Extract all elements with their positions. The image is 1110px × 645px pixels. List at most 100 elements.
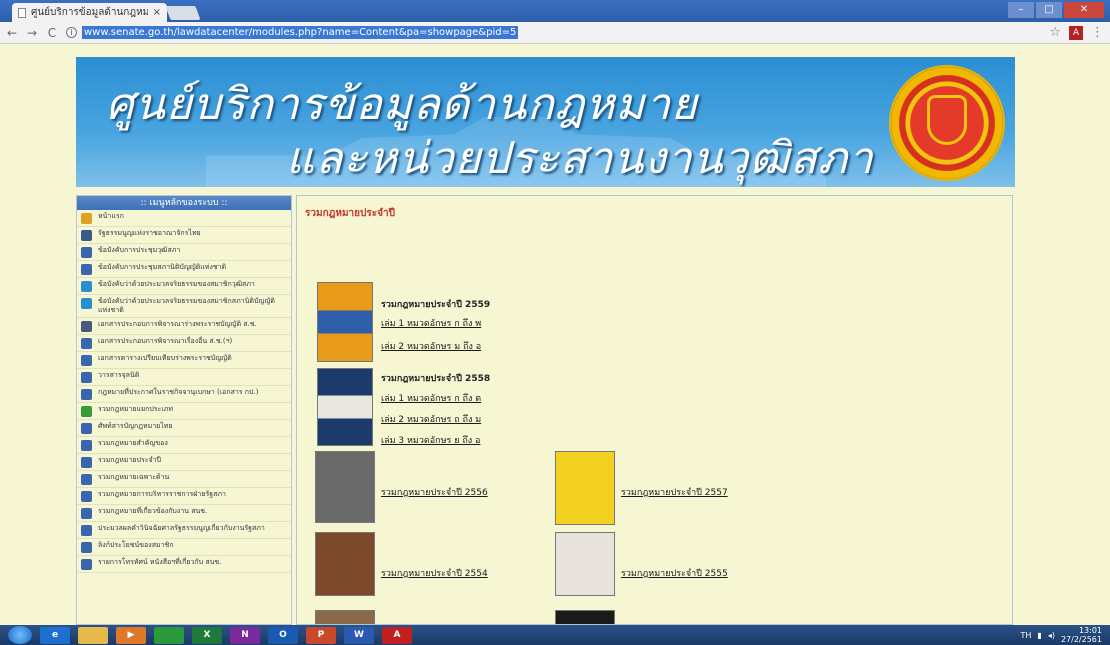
sidebar-item[interactable]: ประมวลผลคำวินิจฉัยศาลรัฐธรรมนูญเกี่ยวกับ… [77,522,291,539]
sidebar-item[interactable]: รัฐธรรมนูญแห่งราชอาณาจักรไทย [77,227,291,244]
sidebar-item-label: รวมกฎหมายประจำปี [98,456,161,464]
year-link-2557[interactable]: รวมกฎหมายประจำปี 2557 [621,485,728,499]
taskbar-acrobat-icon[interactable]: A [382,626,412,644]
sidebar-item[interactable]: ศัพท์สารบัญกฎหมายไทย [77,420,291,437]
taskbar-powerpoint-icon[interactable]: P [306,626,336,644]
sidebar-item-label: เอกสารตารางเปรียบเทียบร่างพระราชบัญญัติ [98,354,232,362]
bookmark-star-icon[interactable]: ☆ [1049,25,1061,40]
volume-link[interactable]: เล่ม 3 หมวดอักษร ย ถึง อ [381,433,480,447]
sidebar-item-icon [81,355,92,366]
clock-time: 13:01 [1078,626,1102,635]
sidebar-item[interactable]: เอกสารประกอบการพิจารณาร่างพระราชบัญญัติ … [77,318,291,335]
sidebar-item-label: รวมกฎหมายการบริหารราชการฝ่ายรัฐสภา [98,490,226,498]
sidebar-item[interactable]: เอกสารประกอบการพิจารณาเรื่องอื่น ส.ช.(ฯ) [77,335,291,352]
sidebar-item-label: เอกสารประกอบการพิจารณาเรื่องอื่น ส.ช.(ฯ) [98,337,233,345]
network-icon[interactable]: ▮ [1037,631,1041,640]
book-cover-2557[interactable] [555,451,615,525]
browser-tab[interactable]: ศูนย์บริการข้อมูลด้านกฎหมาย × [12,3,167,22]
banner-title-line2: และหน่วยประสานงานวุฒิสภา [286,133,874,184]
sidebar-item[interactable]: กฎหมายที่ประกาศในราชกิจจานุเบกษา (เอกสาร… [77,386,291,403]
sidebar-item[interactable]: รวมกฎหมายที่เกี่ยวข้องกับงาน สนช. [77,505,291,522]
sidebar-item-icon [81,525,92,536]
language-indicator[interactable]: TH [1021,631,1032,640]
taskbar-word-icon[interactable]: W [344,626,374,644]
taskbar-outlook-icon[interactable]: O [268,626,298,644]
book-cover-partial[interactable] [555,610,615,624]
year-link-2554[interactable]: รวมกฎหมายประจำปี 2554 [381,566,488,580]
forward-icon[interactable]: → [26,26,38,40]
book-cover-2559[interactable] [317,282,373,362]
sidebar-item[interactable]: รายการโทรทัศน์ หนังสือฯที่เกี่ยวกับ สนช. [77,556,291,573]
info-icon[interactable]: i [66,27,77,38]
book-cover-2555[interactable] [555,532,615,596]
start-button[interactable] [8,626,32,644]
maximize-button[interactable]: □ [1036,2,1062,18]
sidebar-item[interactable]: รวมกฎหมายเฉพาะด้าน [77,471,291,488]
year-link-2556[interactable]: รวมกฎหมายประจำปี 2556 [381,485,488,499]
sidebar-item[interactable]: รวมกฎหมายสำคัญของ [77,437,291,454]
window-controls: – □ ✕ [1008,2,1104,18]
acrobat-extension-icon[interactable]: A [1069,25,1083,40]
sidebar-item-icon [81,264,92,275]
sidebar-item[interactable]: วารสารจุลนิติ [77,369,291,386]
book-cover-2558[interactable] [317,368,373,446]
book-cover-2556[interactable] [315,451,375,523]
address-bar[interactable]: i www.senate.go.th/lawdatacenter/modules… [66,24,1041,41]
taskbar-onenote-icon[interactable]: N [230,626,260,644]
minimize-button[interactable]: – [1008,2,1034,18]
sidebar-item[interactable]: รวมกฎหมายประจำปี [77,454,291,471]
reload-icon[interactable]: C [46,26,58,40]
sidebar-item-icon [81,474,92,485]
sidebar-list: หน้าแรกรัฐธรรมนูญแห่งราชอาณาจักรไทยข้อบั… [77,210,291,573]
url-text[interactable]: www.senate.go.th/lawdatacenter/modules.p… [82,26,519,39]
back-icon[interactable]: ← [6,26,18,40]
browser-menu-icon[interactable]: ⋮ [1091,25,1104,40]
volume-link[interactable]: เล่ม 1 หมวดอักษร ก ถึง ต [381,391,481,405]
page-icon [18,7,26,18]
book-cover-2554[interactable] [315,532,375,596]
sidebar-item-icon [81,230,92,241]
sidebar-item[interactable]: หน้าแรก [77,210,291,227]
sidebar-item[interactable]: ลิงก์ประโยชน์ของสมาชิก [77,539,291,556]
sidebar-item[interactable]: รวมกฎหมายแยกประเภท [77,403,291,420]
new-tab-button[interactable] [165,6,201,20]
sidebar-item[interactable]: เอกสารตารางเปรียบเทียบร่างพระราชบัญญัติ [77,352,291,369]
sidebar-item-icon [81,389,92,400]
volume-link[interactable]: เล่ม 2 หมวดอักษร ม ถึง อ [381,339,481,353]
sidebar-item-label: ข้อบังคับว่าด้วยประมวลจริยธรรมของสมาชิกส… [98,297,275,314]
taskbar-ie-icon[interactable]: e [40,626,70,644]
sidebar-item-label: ข้อบังคับการประชุมวุฒิสภา [98,246,181,254]
year-link-2555[interactable]: รวมกฎหมายประจำปี 2555 [621,566,728,580]
close-window-button[interactable]: ✕ [1064,2,1104,18]
sidebar-item-icon [81,559,92,570]
sidebar-item[interactable]: รวมกฎหมายการบริหารราชการฝ่ายรัฐสภา [77,488,291,505]
volume-icon[interactable]: ◂) [1048,631,1055,640]
tab-close-icon[interactable]: × [153,7,161,18]
taskbar-media-icon[interactable]: ▶ [116,626,146,644]
taskbar-chrome-icon[interactable] [154,626,184,644]
sidebar-item[interactable]: ข้อบังคับว่าด้วยประมวลจริยธรรมของสมาชิกว… [77,278,291,295]
sidebar-item-label: หน้าแรก [98,212,124,220]
sidebar-item-icon [81,338,92,349]
sidebar-item-label: รวมกฎหมายแยกประเภท [98,405,173,413]
taskbar-explorer-icon[interactable] [78,626,108,644]
sidebar-item-icon [81,213,92,224]
book-cover-partial[interactable] [315,610,375,624]
sidebar-item-icon [81,423,92,434]
sidebar-item-label: ลิงก์ประโยชน์ของสมาชิก [98,541,174,549]
taskbar-excel-icon[interactable]: X [192,626,222,644]
sidebar-item[interactable]: ข้อบังคับการประชุมวุฒิสภา [77,244,291,261]
windows-taskbar: e ▶ X N O P W A TH ▮ ◂) 13:01 27/2/2561 [0,625,1110,645]
main-content: รวมกฎหมายประจำปี รวมกฎหมายประจำปี 2559 เ… [296,195,1013,625]
sidebar-item-label: เอกสารประกอบการพิจารณาร่างพระราชบัญญัติ … [98,320,257,328]
volume-link[interactable]: เล่ม 2 หมวดอักษร ถ ถึง ม [381,412,481,426]
sidebar-item-icon [81,247,92,258]
sidebar-item-icon [81,281,92,292]
clock[interactable]: 13:01 27/2/2561 [1061,626,1102,644]
sidebar-item-icon [81,298,92,309]
sidebar-item-icon [81,457,92,468]
sidebar-item[interactable]: ข้อบังคับว่าด้วยประมวลจริยธรรมของสมาชิกส… [77,295,291,318]
volume-link[interactable]: เล่ม 1 หมวดอักษร ก ถึง พ [381,316,481,330]
sidebar-menu: :: เมนูหลักของระบบ :: หน้าแรก รัฐธรรมนูญแ… [76,195,292,625]
sidebar-item[interactable]: ข้อบังคับการประชุมสภานิติบัญญัติแห่งชาติ [77,261,291,278]
